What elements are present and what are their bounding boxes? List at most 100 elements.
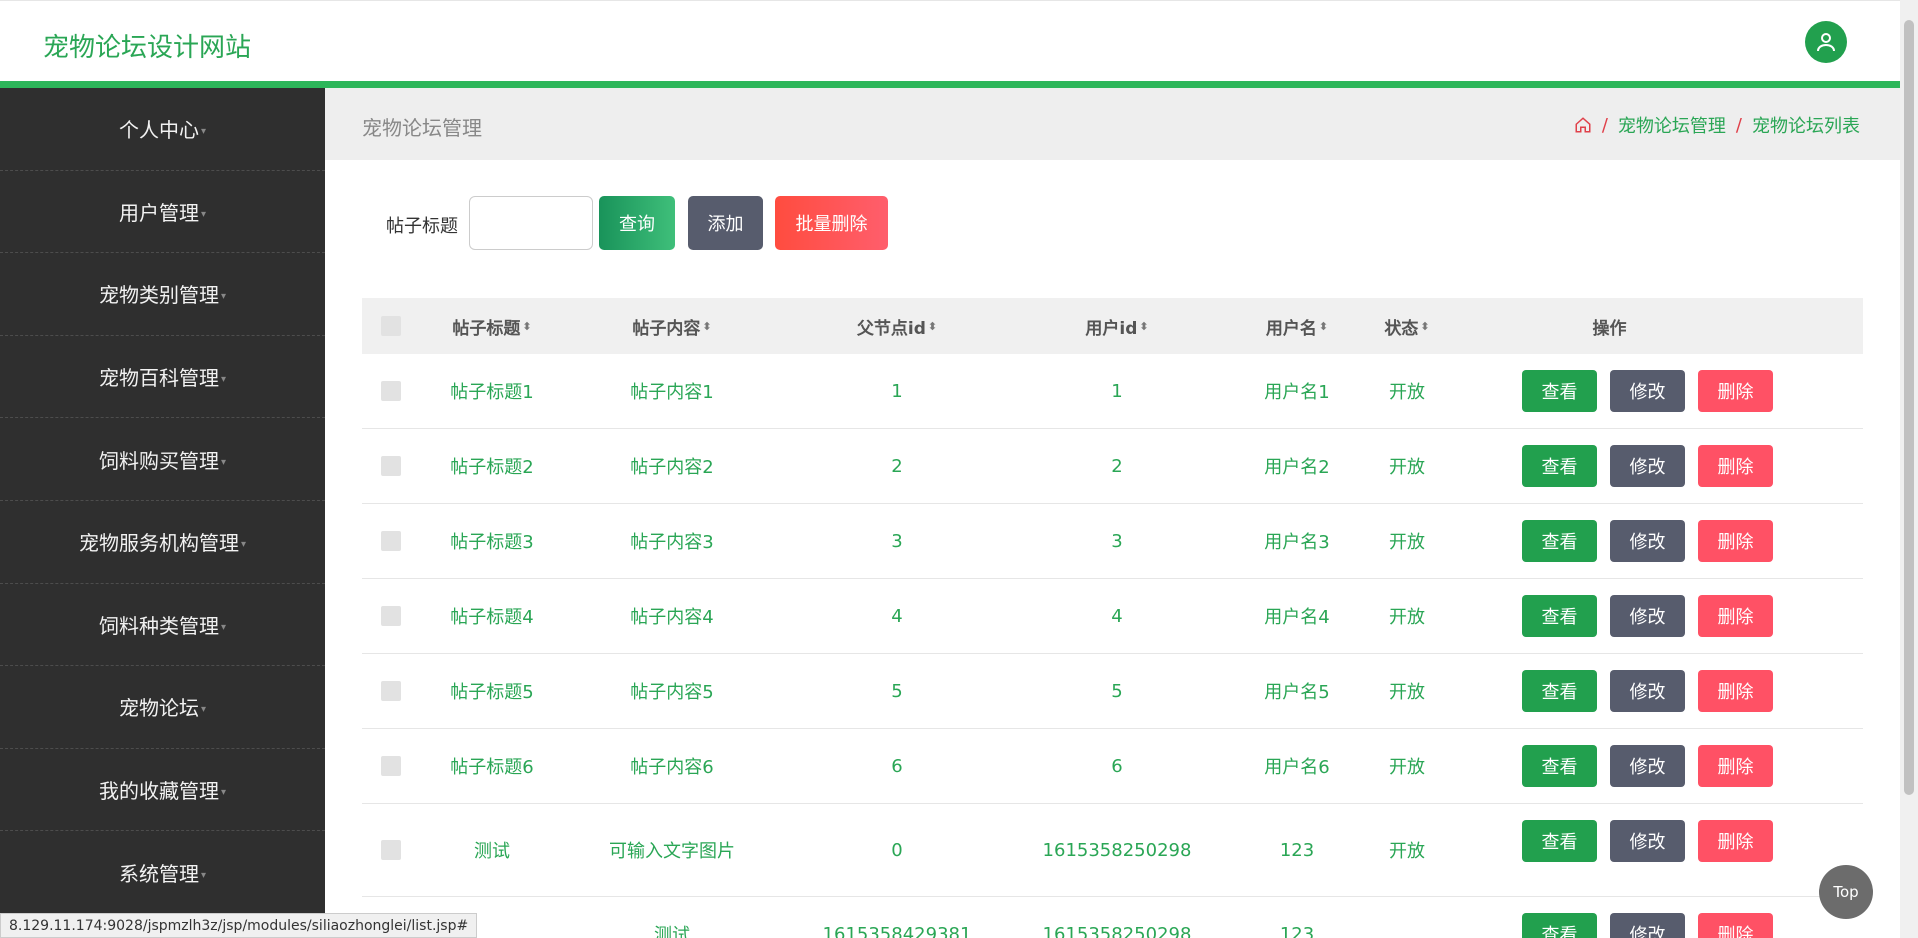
cell-username: 用户名3	[1264, 532, 1330, 553]
cell-parent-id: 1	[891, 380, 903, 402]
cell-user-id: 6	[1111, 755, 1123, 777]
status-bar-url: 8.129.11.174:9028/jspmzlh3z/jsp/modules/…	[0, 913, 478, 938]
row-checkbox[interactable]	[381, 456, 401, 476]
cell-username: 用户名2	[1264, 457, 1330, 478]
delete-button[interactable]: 删除	[1698, 520, 1773, 562]
row-checkbox[interactable]	[381, 756, 401, 776]
sidebar-item-label: 宠物百科管理	[98, 366, 219, 391]
select-all-checkbox[interactable]	[381, 316, 401, 336]
delete-button[interactable]: 删除	[1698, 370, 1773, 412]
sort-icon: ⬍	[702, 319, 712, 333]
table-row: 帖子标题1 帖子内容1 1 1 用户名1 开放 查看 修改 删除	[362, 354, 1863, 429]
delete-button[interactable]: 删除	[1698, 445, 1773, 487]
cell-title: 帖子标题6	[450, 757, 534, 778]
cell-parent-id: 4	[891, 605, 903, 627]
edit-button[interactable]: 修改	[1610, 520, 1685, 562]
cell-username: 用户名6	[1264, 757, 1330, 778]
cell-user-id: 3	[1111, 530, 1123, 552]
post-title-search-input[interactable]	[469, 196, 593, 250]
edit-button[interactable]: 修改	[1610, 745, 1685, 787]
sidebar-item-user-management[interactable]: 用户管理 ▾	[0, 171, 325, 254]
cell-parent-id: 2	[891, 455, 903, 477]
cell-username: 用户名5	[1264, 682, 1330, 703]
edit-button[interactable]: 修改	[1610, 670, 1685, 712]
header-actions: 操作	[1592, 318, 1627, 339]
sidebar-item-label: 宠物服务机构管理	[78, 531, 239, 556]
cell-title: 帖子标题4	[450, 607, 534, 628]
table-row: 帖子标题3 帖子内容3 3 3 用户名3 开放 查看 修改 删除	[362, 504, 1863, 579]
chevron-down-icon: ▾	[220, 787, 227, 799]
cell-content: 帖子内容1	[630, 382, 714, 403]
header-title[interactable]: 帖子标题 ⬍	[422, 298, 562, 354]
cell-parent-id: 6	[891, 755, 903, 777]
row-checkbox[interactable]	[381, 681, 401, 701]
row-checkbox[interactable]	[381, 381, 401, 401]
chevron-down-icon: ▾	[200, 208, 207, 220]
sidebar-item-favorites[interactable]: 我的收藏管理 ▾	[0, 749, 325, 832]
view-button[interactable]: 查看	[1522, 520, 1597, 562]
sidebar-item-system[interactable]: 系统管理 ▾	[0, 831, 325, 914]
query-button[interactable]: 查询	[599, 196, 675, 250]
view-button[interactable]: 查看	[1522, 913, 1597, 938]
cell-content: 帖子内容2	[630, 457, 714, 478]
view-button[interactable]: 查看	[1522, 745, 1597, 787]
sidebar-item-label: 系统管理	[118, 861, 199, 886]
bulk-delete-button[interactable]: 批量删除	[775, 196, 888, 250]
edit-button[interactable]: 修改	[1610, 913, 1685, 938]
row-checkbox[interactable]	[381, 606, 401, 626]
edit-button[interactable]: 修改	[1610, 595, 1685, 637]
delete-button[interactable]: 删除	[1698, 670, 1773, 712]
sidebar-item-pet-encyclopedia[interactable]: 宠物百科管理 ▾	[0, 336, 325, 419]
row-checkbox[interactable]	[381, 840, 401, 860]
breadcrumb-level1[interactable]: 宠物论坛管理	[1618, 112, 1726, 138]
cell-status: 开放	[1389, 682, 1425, 703]
view-button[interactable]: 查看	[1522, 595, 1597, 637]
add-button[interactable]: 添加	[688, 196, 763, 250]
cell-title: 帖子标题1	[450, 382, 534, 403]
cell-status	[1362, 897, 1452, 938]
cell-content: 帖子内容3	[630, 532, 714, 553]
breadcrumb-level2[interactable]: 宠物论坛列表	[1752, 112, 1860, 138]
header-user-id[interactable]: 用户id ⬍	[1017, 298, 1217, 354]
cell-parent-id: 3	[891, 530, 903, 552]
sidebar-item-label: 用户管理	[118, 200, 199, 225]
delete-button[interactable]: 删除	[1698, 913, 1773, 938]
site-title: 宠物论坛设计网站	[43, 33, 252, 63]
header-content[interactable]: 帖子内容 ⬍	[597, 298, 747, 354]
edit-button[interactable]: 修改	[1610, 820, 1685, 862]
view-button[interactable]: 查看	[1522, 370, 1597, 412]
sidebar-item-pet-service[interactable]: 宠物服务机构管理 ▾	[0, 501, 325, 584]
delete-button[interactable]: 删除	[1698, 820, 1773, 862]
home-icon[interactable]	[1574, 116, 1592, 134]
back-to-top-button[interactable]: Top	[1819, 865, 1873, 919]
header-status[interactable]: 状态 ⬍	[1362, 298, 1452, 354]
chevron-down-icon: ▾	[220, 621, 227, 633]
cell-status: 开放	[1389, 841, 1425, 862]
edit-button[interactable]: 修改	[1610, 445, 1685, 487]
table-row: 帖子标题2 帖子内容2 2 2 用户名2 开放 查看 修改 删除	[362, 429, 1863, 504]
delete-button[interactable]: 删除	[1698, 595, 1773, 637]
sidebar-item-pet-forum[interactable]: 宠物论坛 ▾	[0, 666, 325, 749]
header-username[interactable]: 用户名 ⬍	[1242, 298, 1352, 354]
cell-title: 帖子标题5	[450, 682, 534, 703]
sidebar-item-personal-center[interactable]: 个人中心 ▾	[0, 88, 325, 171]
delete-button[interactable]: 删除	[1698, 745, 1773, 787]
edit-button[interactable]: 修改	[1610, 370, 1685, 412]
header-parent-id[interactable]: 父节点id ⬍	[802, 298, 992, 354]
sidebar-item-pet-category[interactable]: 宠物类别管理 ▾	[0, 253, 325, 336]
user-avatar[interactable]	[1805, 21, 1847, 63]
sidebar-item-label: 饲料购买管理	[98, 448, 219, 473]
chevron-down-icon: ▾	[200, 126, 207, 138]
sidebar-item-feed-purchase[interactable]: 饲料购买管理 ▾	[0, 418, 325, 501]
view-button[interactable]: 查看	[1522, 820, 1597, 862]
view-button[interactable]: 查看	[1522, 670, 1597, 712]
view-button[interactable]: 查看	[1522, 445, 1597, 487]
row-checkbox[interactable]	[381, 531, 401, 551]
cell-status: 开放	[1389, 457, 1425, 478]
cell-username: 用户名4	[1264, 607, 1330, 628]
search-label: 帖子标题	[386, 216, 458, 237]
scrollbar-thumb[interactable]	[1904, 20, 1914, 795]
header-parent-id-label: 父节点id	[856, 318, 926, 339]
table-row: 测试 可输入文字图片 0 1615358250298 123 开放 查看 修改 删除	[362, 804, 1863, 897]
sidebar-item-feed-type[interactable]: 饲料种类管理 ▾	[0, 584, 325, 667]
